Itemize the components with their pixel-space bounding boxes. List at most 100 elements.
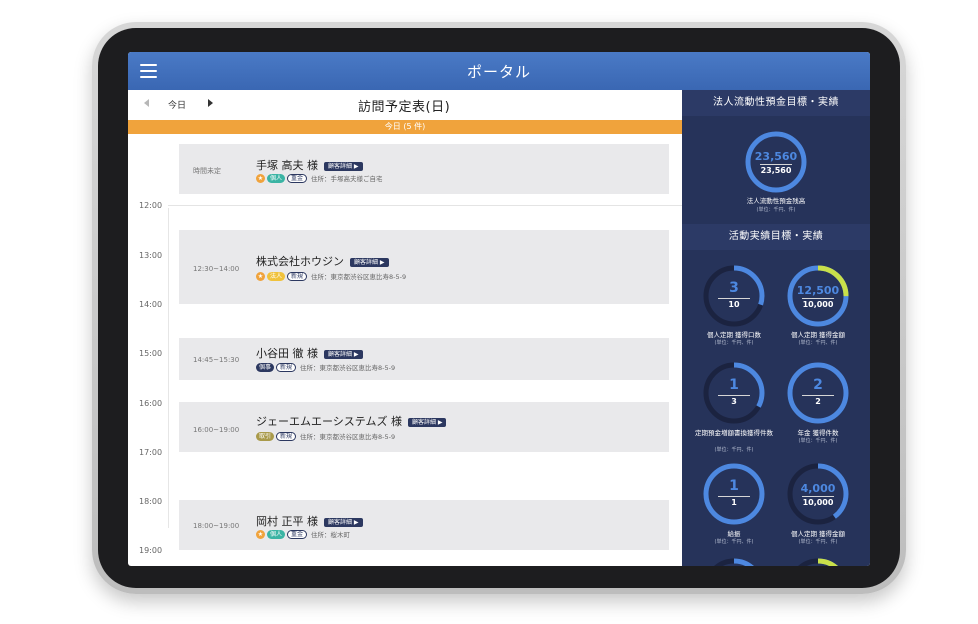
gauge-label: 個人定期 獲得口数 (706, 331, 762, 339)
time-divider (168, 205, 682, 206)
appointment-name: ジェーエムエーシステムズ 様顧客詳細 ▶ (256, 413, 447, 429)
gauge-target: 2 (815, 397, 821, 406)
appointment-card[interactable]: 時間未定 手塚 高夫 様顧客詳細 ▶ ★ 個人 重金 住所：手塚高夫様ご自宅 (179, 144, 669, 194)
gauge-actual: 1 (729, 478, 739, 494)
kpi-panel: 法人流動性預金目標・実績 23,560 23,560 法人流動性預金残高 (単位… (682, 90, 870, 566)
kpi-gauge[interactable]: 1 1 (701, 461, 767, 527)
gauge-target: 10 (728, 300, 740, 309)
kpi-header-activity: 活動実績目標・実績 (682, 224, 870, 250)
appointment-time: 12:30~14:00 (193, 265, 240, 273)
time-label: 16:00 (139, 399, 163, 408)
gauge-target: 3 (731, 397, 737, 406)
gauge-progress-arc (703, 463, 765, 525)
kpi-gauge[interactable]: 2 2 (785, 360, 851, 426)
appointment-time: 16:00~19:00 (193, 426, 240, 434)
customer-detail-button[interactable]: 顧客詳細 ▶ (324, 349, 363, 359)
app-title: ポータル (466, 63, 531, 81)
tag-badge: 個人 (267, 529, 286, 539)
gauge-progress-arc (787, 362, 849, 424)
time-label: 13:00 (139, 251, 163, 260)
today-button[interactable]: 今日 (168, 98, 186, 111)
time-label: 18:00 (139, 497, 163, 506)
gauge-unit: (単位：千円、件) (714, 447, 754, 453)
appointment-meta: ★ 法人 新規 住所：東京都渋谷区恵比寿8-5-9 (256, 271, 406, 281)
customer-detail-button[interactable]: 顧客詳細 ▶ (407, 417, 447, 427)
gauge-label: 定期預金増額書換獲得件数 (695, 429, 773, 437)
appointment-time: 時間未定 (193, 167, 221, 175)
schedule-title: 訪問予定表(日) (358, 100, 451, 115)
tag-badge: 個事 (256, 362, 275, 372)
tag-badge: 法人 (267, 271, 286, 281)
app-screen: ポータル 今日 訪問予定表(日) 今日 (5 件) 12:00 13:00 14… (128, 52, 870, 566)
appointment-name: 株式会社ホウジン 顧客詳細 ▶ (256, 253, 389, 269)
star-icon: ★ (256, 529, 265, 539)
kpi-gauge-partial[interactable] (785, 556, 851, 566)
time-axis-line (168, 208, 169, 528)
gauge-overflow-arc (787, 558, 849, 566)
time-label: 12:00 (139, 201, 163, 210)
tag-badge: 新規 (287, 271, 308, 281)
gauge-target: 23,560 (760, 166, 792, 175)
kpi-gauge[interactable]: 12,500 10,000 (785, 263, 851, 329)
appointment-card[interactable]: 12:30~14:00 株式会社ホウジン 顧客詳細 ▶ ★ 法人 新規 住所：東京都渋谷… (179, 230, 669, 304)
next-day-icon[interactable] (208, 99, 213, 107)
appointment-address: 住所：東京都渋谷区恵比寿8-5-9 (300, 433, 396, 441)
customer-name: 岡村 正平 様 (256, 515, 318, 528)
kpi-gauge[interactable]: 1 3 (701, 360, 767, 426)
gauge-actual: 1 (729, 377, 739, 393)
gauge-actual: 4,000 (800, 482, 836, 495)
kpi-gauge-main[interactable]: 23,560 23,560 (743, 129, 809, 195)
gauge-label: 年金 獲得件数 (797, 429, 839, 437)
star-icon: ★ (256, 271, 265, 281)
gauge-actual: 2 (813, 377, 823, 393)
appointment-time: 18:00~19:00 (193, 522, 240, 530)
prev-day-icon[interactable] (144, 99, 149, 107)
gauge-target: 10,000 (802, 498, 834, 507)
appointment-time: 14:45~15:30 (193, 356, 240, 364)
appointment-address: 住所：東京都渋谷区恵比寿8-5-9 (300, 364, 396, 372)
tag-badge: 新規 (276, 431, 297, 441)
appointment-meta: ★ 個人 重金 住所：桜木町 (256, 529, 350, 539)
tag-badge: 取引 (256, 431, 275, 441)
gauge-unit: (単位：千円、件) (756, 207, 796, 213)
time-label: 15:00 (139, 349, 163, 358)
top-bar: ポータル (128, 52, 870, 90)
customer-detail-button[interactable]: 顧客詳細 ▶ (350, 257, 389, 267)
appointment-name: 小谷田 徹 様顧客詳細 ▶ (256, 345, 363, 361)
tag-badge: 重金 (287, 529, 308, 539)
appointment-card[interactable]: 18:00~19:00 岡村 正平 様顧客詳細 ▶ ★ 個人 重金 住所：桜木町 (179, 500, 669, 550)
appointment-address: 住所：東京都渋谷区恵比寿8-5-9 (311, 273, 407, 281)
appointment-card[interactable]: 14:45~15:30 小谷田 徹 様顧客詳細 ▶ 個事 新規 住所：東京都渋谷区恵… (179, 338, 669, 380)
gauge-label: 個人定期 獲得金額 (790, 530, 846, 538)
time-label: 14:00 (139, 300, 163, 309)
time-label: 19:00 (139, 546, 163, 555)
gauge-actual: 12,500 (796, 284, 840, 297)
gauge-label: 個人定期 獲得金額 (790, 331, 846, 339)
kpi-gauge[interactable]: 4,000 10,000 (785, 461, 851, 527)
gauge-unit: (単位：千円、件) (798, 438, 838, 444)
appointment-meta: 個事 新規 住所：東京都渋谷区恵比寿8-5-9 (256, 362, 395, 372)
gauge-label: 法人流動性預金残高 (746, 197, 806, 205)
customer-detail-button[interactable]: 顧客詳細 ▶ (324, 161, 363, 171)
appointment-address: 住所：桜木町 (311, 531, 351, 539)
day-header-label: 今日 (5 件) (384, 122, 426, 131)
gauge-unit: (単位：千円、件) (714, 539, 754, 545)
gauge-target: 1 (731, 498, 737, 507)
tag-badge: 個人 (267, 173, 286, 183)
gauge-actual: 3 (729, 280, 739, 296)
tag-badge: 新規 (276, 362, 297, 372)
appointment-card[interactable]: 16:00~19:00 ジェーエムエーシステムズ 様顧客詳細 ▶ 取引 新規 住所：… (179, 402, 669, 452)
appointment-meta: 取引 新規 住所：東京都渋谷区恵比寿8-5-9 (256, 431, 395, 441)
gauge-target: 10,000 (802, 300, 834, 309)
customer-name: 手塚 高夫 様 (256, 159, 318, 172)
customer-name: 株式会社ホウジン (256, 255, 344, 268)
kpi-gauge[interactable]: 3 10 (701, 263, 767, 329)
gauge-actual: 23,560 (754, 150, 798, 163)
gauge-label: 給振 (727, 530, 741, 538)
star-icon: ★ (256, 173, 265, 183)
gauge-progress-arc (703, 558, 765, 566)
date-navigation: 今日 訪問予定表(日) (128, 90, 682, 120)
kpi-gauge-partial[interactable] (701, 556, 767, 566)
customer-detail-button[interactable]: 顧客詳細 ▶ (324, 517, 363, 527)
tag-badge: 重金 (287, 173, 308, 183)
